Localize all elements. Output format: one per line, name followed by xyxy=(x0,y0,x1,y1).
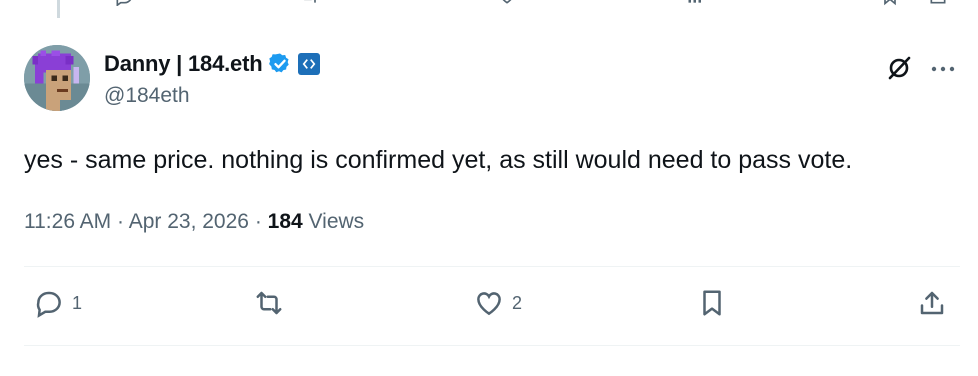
like-count: 2 xyxy=(512,292,523,313)
reply-button[interactable]: 1 xyxy=(34,288,82,318)
tweet-meta: 11:26 AM · Apr 23, 2026 · 184 Views xyxy=(24,210,364,234)
reply-icon xyxy=(36,291,61,318)
divider-top xyxy=(24,266,960,267)
code-brackets-badge-icon[interactable] xyxy=(298,53,321,75)
heart-icon xyxy=(477,292,501,316)
retweet-button[interactable] xyxy=(254,288,292,318)
more-options-icon[interactable] xyxy=(930,59,956,79)
tweet-actions: 1 2 xyxy=(0,288,978,328)
prev-retweet-icon[interactable] xyxy=(300,0,320,11)
bookmark-icon xyxy=(703,290,721,316)
user-handle[interactable]: @184eth xyxy=(104,84,190,108)
prev-views-icon[interactable] xyxy=(686,0,706,11)
meta-separator: · xyxy=(254,210,262,233)
previous-tweet-actions xyxy=(0,0,978,8)
tweet-date[interactable]: Apr 23, 2026 xyxy=(129,210,249,233)
prev-bookmark-icon[interactable] xyxy=(880,0,900,11)
views-count: 184 xyxy=(267,210,303,233)
meta-separator: · xyxy=(117,210,125,233)
like-button[interactable]: 2 xyxy=(474,288,522,318)
tweet-header: Danny | 184.eth @184eth xyxy=(24,45,956,115)
share-icon xyxy=(920,291,944,315)
views-label: Views xyxy=(308,210,365,233)
share-button[interactable] xyxy=(917,288,947,318)
grok-icon[interactable] xyxy=(886,55,912,81)
prev-reply-icon[interactable] xyxy=(114,0,134,11)
tweet-time[interactable]: 11:26 AM xyxy=(24,210,111,233)
divider-bottom xyxy=(24,345,960,346)
display-name[interactable]: Danny | 184.eth xyxy=(104,51,263,77)
tweet-text: yes - same price. nothing is confirmed y… xyxy=(24,146,853,174)
retweet-icon xyxy=(256,291,282,315)
prev-share-icon[interactable] xyxy=(928,0,948,11)
name-row: Danny | 184.eth xyxy=(104,51,321,77)
prev-like-icon[interactable] xyxy=(497,0,517,11)
verified-badge-icon[interactable] xyxy=(268,52,292,76)
bookmark-button[interactable] xyxy=(697,288,727,318)
cryptopunk-avatar-icon[interactable] xyxy=(24,45,90,111)
reply-count: 1 xyxy=(72,292,83,313)
